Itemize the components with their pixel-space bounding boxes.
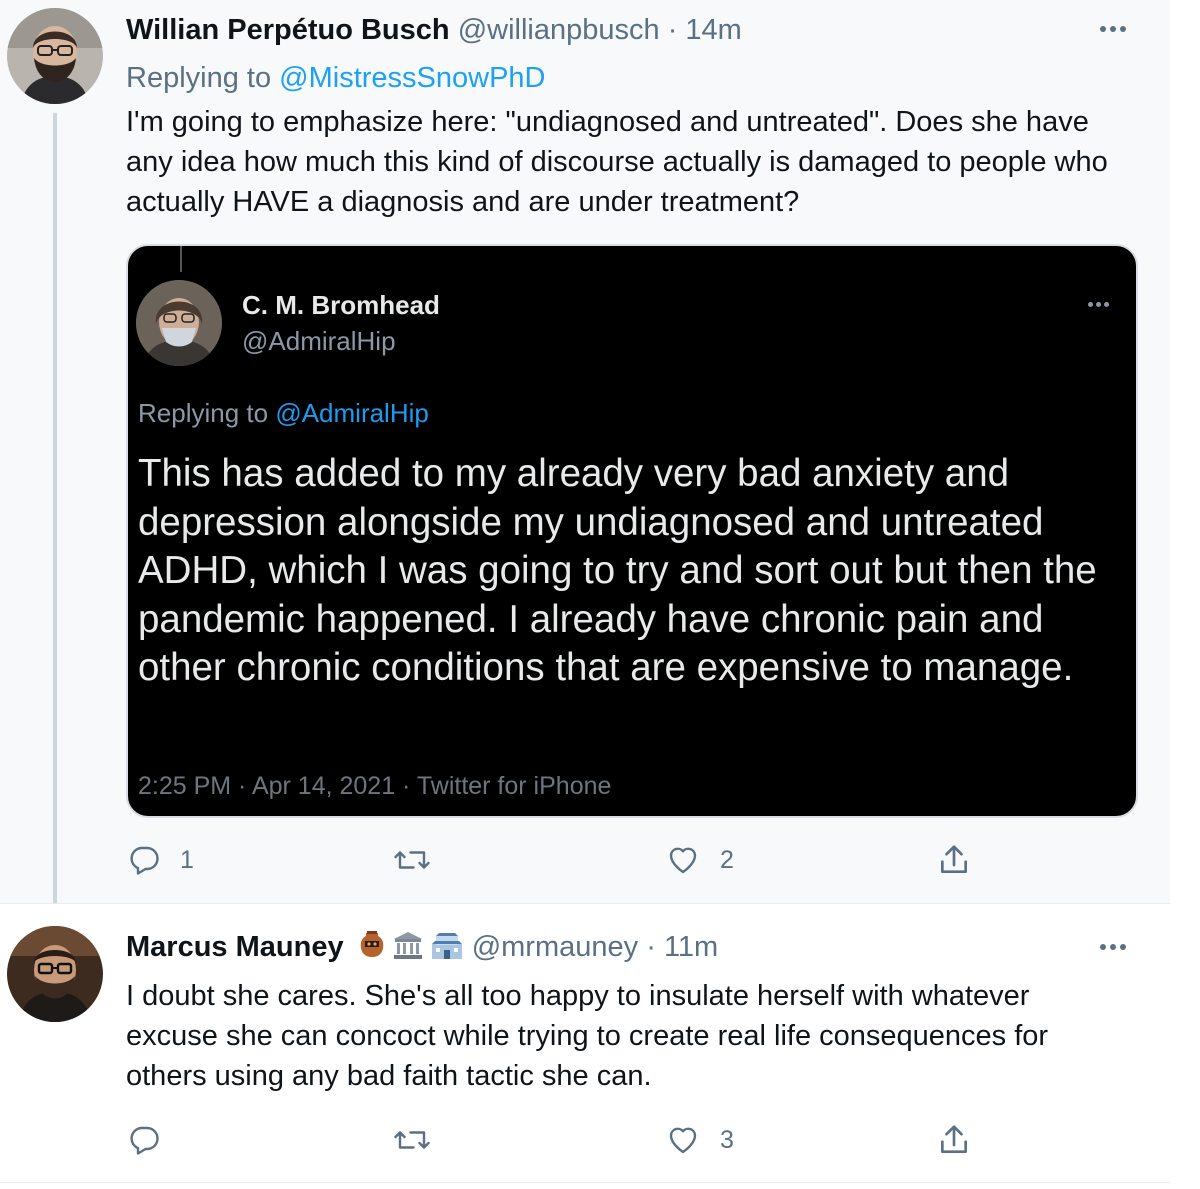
share-button[interactable] [934, 838, 974, 882]
like-button[interactable]: 3 [664, 1118, 734, 1162]
bearded-man-glasses-avatar-icon [7, 8, 103, 104]
embed-author-name: C. M. Bromhead [242, 290, 440, 320]
retweet-button[interactable] [392, 1118, 450, 1162]
embed-more-icon [1088, 302, 1112, 307]
author-handle[interactable]: @willianpbusch [458, 14, 660, 46]
like-count: 2 [720, 845, 734, 874]
tweet-marcus[interactable]: Marcus Mauney @mrmauney · 11m I doubt sh… [0, 903, 1170, 1189]
share-icon [941, 1125, 967, 1153]
more-options-icon[interactable] [1100, 944, 1130, 950]
separator-dot: · [667, 14, 678, 46]
author-name[interactable]: Willian Perpétuo Busch [126, 14, 450, 46]
reply-button[interactable] [126, 1118, 180, 1162]
embed-replying-to: Replying to @AdmiralHip [138, 398, 429, 428]
retweet-button[interactable] [392, 838, 450, 882]
embed-avatar [136, 280, 222, 366]
classical-building-icon [392, 930, 424, 968]
more-options-icon[interactable] [1100, 26, 1130, 32]
tweet-willian[interactable]: Willian Perpétuo Busch @willianpbusch · … [0, 0, 1170, 903]
amphora-icon [358, 930, 386, 968]
share-icon [941, 845, 967, 873]
avatar[interactable] [7, 8, 103, 104]
reply-button[interactable]: 1 [126, 838, 194, 882]
tweet-header: Marcus Mauney @mrmauney · 11m [126, 930, 718, 968]
separator-dot: · [646, 931, 656, 963]
avatar[interactable] [7, 926, 103, 1022]
embed-tweet-meta: 2:25 PM · Apr 14, 2021 · Twitter for iPh… [138, 772, 612, 800]
bearded-man-glasses-avatar-icon [7, 926, 103, 1022]
replying-prefix: Replying to [126, 62, 272, 94]
heart-icon [669, 1127, 697, 1154]
share-button[interactable] [934, 1118, 974, 1162]
reply-icon [130, 1126, 159, 1155]
attached-image[interactable]: C. M. Bromhead @AdmiralHip Replying to @… [126, 244, 1138, 818]
tweet-header: Willian Perpétuo Busch @willianpbusch · … [126, 13, 742, 47]
tweet-timestamp[interactable]: 11m [664, 931, 718, 963]
heart-icon [669, 847, 697, 874]
thread-connector-line [53, 113, 57, 903]
embed-author-handle: @AdmiralHip [242, 326, 396, 356]
replying-to: Replying to @MistressSnowPhD [126, 62, 546, 95]
like-count: 3 [720, 1125, 734, 1154]
author-name[interactable]: Marcus Mauney [126, 931, 344, 963]
like-button[interactable]: 2 [664, 838, 734, 882]
embed-tweet-text: This has added to my already very bad an… [138, 452, 1097, 689]
japanese-castle-icon [430, 930, 464, 968]
replying-mention-link[interactable]: @MistressSnowPhD [279, 62, 545, 94]
reply-icon [130, 846, 159, 875]
retweet-icon [394, 851, 430, 869]
author-handle[interactable]: @mrmauney [472, 931, 638, 963]
tweet-text: I doubt she cares. She's all too happy t… [126, 980, 1049, 1092]
retweet-icon [394, 1131, 430, 1149]
embed-thread-line [180, 246, 182, 272]
bottom-divider [0, 1182, 1170, 1183]
action-bar: 3 [0, 1118, 1170, 1162]
masked-person-avatar-icon [136, 280, 222, 366]
reply-count: 1 [180, 845, 194, 874]
tweet-timestamp[interactable]: 14m [685, 14, 741, 46]
action-bar: 1 2 [0, 838, 1170, 882]
tweet-text: I'm going to emphasize here: "undiagnose… [126, 106, 1108, 218]
